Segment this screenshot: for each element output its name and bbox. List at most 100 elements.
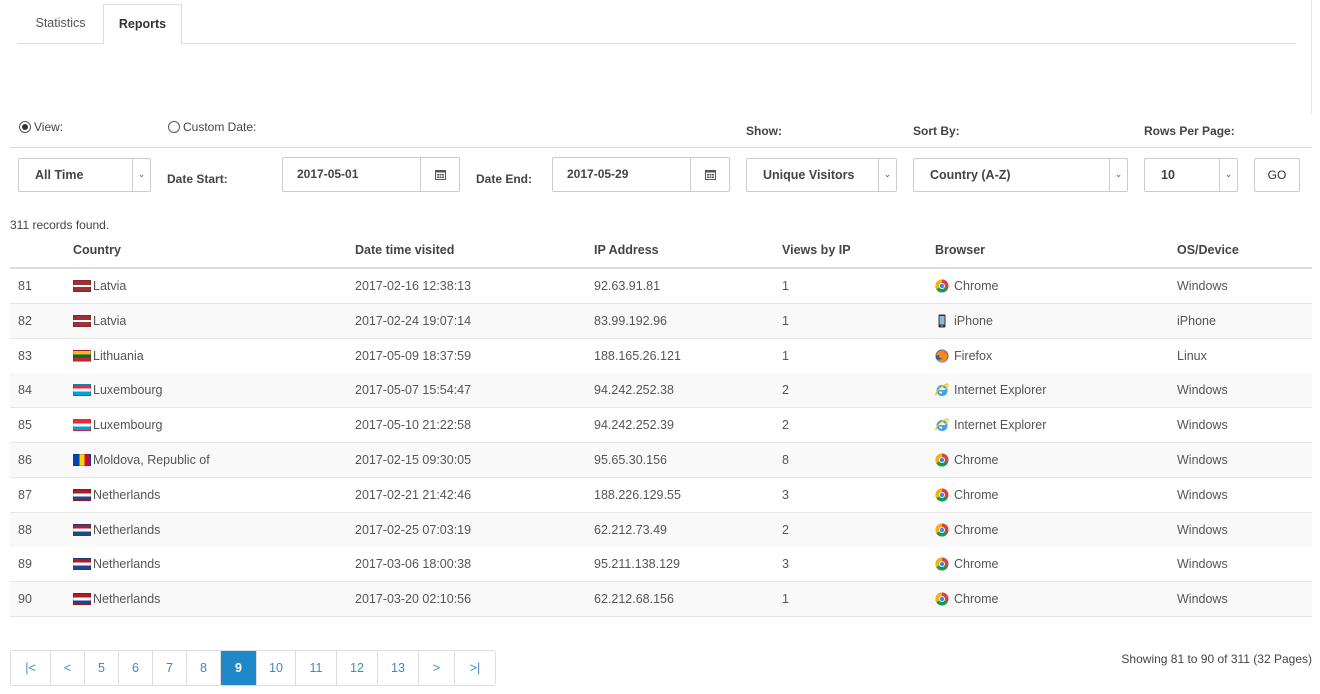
- custom-date-radio[interactable]: [168, 121, 180, 133]
- lithuania-flag: [73, 349, 91, 362]
- row-number: 82: [18, 313, 32, 328]
- chrome-icon: [935, 523, 954, 537]
- country-name: Moldova, Republic of: [93, 453, 210, 467]
- views-cell: 2: [782, 418, 789, 433]
- next-page-button[interactable]: >: [419, 651, 455, 685]
- browser-cell: Internet Explorer: [935, 408, 1046, 442]
- ip-cell: 94.242.252.39: [594, 418, 674, 433]
- time-range-value: All Time: [35, 168, 84, 182]
- country-name: Luxembourg: [93, 418, 163, 433]
- rows-per-page-select[interactable]: 10 ⌄: [1144, 158, 1238, 192]
- datetime-cell: 2017-02-24 19:07:14: [355, 313, 472, 328]
- browser-name: Chrome: [954, 557, 999, 572]
- page-6-button[interactable]: 6: [119, 651, 153, 685]
- os-cell: Windows: [1177, 592, 1228, 607]
- latvia-flag: [73, 280, 91, 292]
- time-range-select[interactable]: All Time ⌄: [18, 158, 151, 192]
- ip-cell: 188.165.26.121: [594, 348, 681, 363]
- browser-cell: Chrome: [935, 478, 998, 512]
- table-row[interactable]: 84 Luxembourg 2017-05-07 15:54:47 94.242.25…: [10, 373, 1312, 409]
- views-cell: 2: [782, 383, 789, 398]
- page-8-button[interactable]: 8: [187, 651, 221, 685]
- view-radio-label: View:: [34, 120, 64, 134]
- page-10-button[interactable]: 10: [257, 651, 296, 685]
- column-header-datetime[interactable]: Date time visited: [355, 243, 454, 257]
- os-cell: Windows: [1177, 383, 1228, 398]
- browser-name: Chrome: [954, 487, 999, 502]
- column-header-browser[interactable]: Browser: [935, 243, 985, 257]
- table-row[interactable]: 90 Netherlands 2017-03-20 02:10:56 62.212.6…: [10, 582, 1312, 618]
- page-11-button[interactable]: 11: [296, 651, 337, 685]
- datetime-cell: 2017-02-21 21:42:46: [355, 487, 472, 502]
- os-cell: Windows: [1177, 487, 1228, 502]
- os-cell: Windows: [1177, 522, 1228, 537]
- table-row[interactable]: 88 Netherlands 2017-02-25 07:03:19 62.212.7…: [10, 512, 1312, 548]
- table-row[interactable]: 82 Latvia 2017-02-24 19:07:14 83.99.192.96 1…: [10, 303, 1312, 339]
- browser-name: Chrome: [954, 522, 999, 537]
- last-page-button[interactable]: >|: [455, 651, 495, 685]
- table-row[interactable]: 85 Luxembourg 2017-05-10 21:22:58 94.242.25…: [10, 408, 1312, 444]
- table-row[interactable]: 87 Netherlands 2017-02-21 21:42:46 188.226.…: [10, 477, 1312, 513]
- ip-cell: 62.212.68.156: [594, 592, 674, 607]
- chrome-icon: [935, 592, 954, 606]
- page-7-button[interactable]: 7: [153, 651, 187, 685]
- country-cell: Netherlands: [73, 478, 160, 512]
- rows-per-page-value: 10: [1161, 168, 1175, 182]
- row-number: 86: [18, 453, 32, 467]
- ip-cell: 92.63.91.81: [594, 279, 661, 293]
- os-cell: Linux: [1177, 348, 1207, 363]
- chevron-down-icon: ⌄: [1109, 159, 1127, 191]
- chrome-icon: [935, 557, 954, 571]
- view-radio-option[interactable]: View:: [19, 120, 63, 134]
- records-count: 311 records found.: [10, 218, 110, 232]
- views-cell: 1: [782, 279, 789, 293]
- column-header-country[interactable]: Country: [73, 243, 121, 257]
- filter-divider: [10, 147, 1312, 148]
- page-5-button[interactable]: 5: [85, 651, 119, 685]
- date-end-field[interactable]: 2017-05-29: [552, 157, 730, 192]
- date-start-label: Date Start:: [167, 172, 228, 186]
- first-page-button[interactable]: |<: [11, 651, 51, 685]
- tab-bar: Statistics Reports: [18, 4, 1296, 45]
- ip-cell: 188.226.129.55: [594, 487, 681, 502]
- country-cell: Moldova, Republic of: [73, 443, 210, 477]
- table-row[interactable]: 86 Moldova, Republic of 2017-02-15 09:30:0…: [10, 443, 1312, 478]
- date-start-value: 2017-05-01: [297, 167, 359, 181]
- views-cell: 1: [782, 313, 789, 328]
- netherlands-flag: [73, 523, 91, 536]
- chrome-icon: [935, 453, 954, 467]
- country-name: Netherlands: [93, 522, 161, 537]
- ip-cell: 95.65.30.156: [594, 453, 667, 467]
- view-radio[interactable]: [19, 121, 31, 133]
- table-row[interactable]: 89 Netherlands 2017-03-06 18:00:38 95.211.1…: [10, 547, 1312, 583]
- views-cell: 3: [782, 487, 789, 502]
- show-select[interactable]: Unique Visitors ⌄: [746, 158, 897, 192]
- browser-name: Chrome: [954, 279, 999, 293]
- table-row[interactable]: 81 Latvia 2017-02-16 12:38:13 92.63.91.81 1 C…: [10, 269, 1312, 304]
- column-header-os[interactable]: OS/Device: [1177, 243, 1239, 257]
- prev-page-button[interactable]: <: [51, 651, 85, 685]
- page-9-button[interactable]: 9: [221, 651, 257, 685]
- column-header-ip[interactable]: IP Address: [594, 243, 659, 257]
- sort-by-label: Sort By:: [913, 124, 960, 138]
- os-cell: Windows: [1177, 418, 1228, 433]
- page-13-button[interactable]: 13: [378, 651, 419, 685]
- calendar-icon[interactable]: [690, 158, 729, 191]
- tab-reports[interactable]: Reports: [103, 4, 182, 45]
- date-start-field[interactable]: 2017-05-01: [282, 157, 460, 192]
- custom-date-radio-option[interactable]: Custom Date:: [168, 120, 256, 134]
- browser-name: Chrome: [954, 453, 999, 467]
- column-header-views[interactable]: Views by IP: [782, 243, 851, 257]
- country-name: Lithuania: [93, 348, 144, 363]
- country-cell: Netherlands: [73, 513, 160, 547]
- country-cell: Netherlands: [73, 547, 160, 581]
- go-button[interactable]: GO: [1254, 158, 1300, 192]
- sort-by-select[interactable]: Country (A-Z) ⌄: [913, 158, 1128, 192]
- table-row[interactable]: 83 Lithuania 2017-05-09 18:37:59 188.165.26…: [10, 338, 1312, 374]
- row-number: 90: [18, 592, 32, 607]
- views-cell: 8: [782, 453, 789, 467]
- tab-statistics[interactable]: Statistics: [18, 4, 103, 44]
- os-cell: Windows: [1177, 279, 1228, 293]
- calendar-icon[interactable]: [420, 158, 459, 191]
- page-12-button[interactable]: 12: [337, 651, 378, 685]
